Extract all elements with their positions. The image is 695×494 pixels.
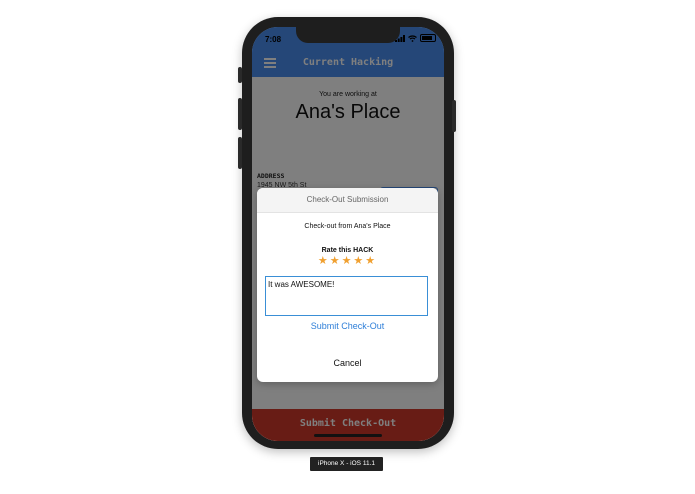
checkout-dialog: Check-Out Submission Check-out from Ana'… <box>257 188 438 382</box>
volume-down-button <box>238 137 242 169</box>
dialog-title: Check-Out Submission <box>257 188 438 213</box>
power-button <box>452 100 456 132</box>
notch <box>296 27 400 43</box>
mute-switch <box>238 67 242 83</box>
volume-up-button <box>238 98 242 130</box>
home-indicator <box>314 434 382 437</box>
status-time: 7:08 <box>265 35 282 44</box>
battery-icon <box>420 34 436 42</box>
dialog-subtitle: Check-out from Ana's Place <box>304 223 391 230</box>
submit-checkout-button[interactable]: Submit Check-Out <box>257 321 438 331</box>
status-icons <box>395 34 436 42</box>
wifi-icon <box>408 34 417 42</box>
device-label: iPhone X - iOS 11.1 <box>310 457 383 471</box>
comment-input[interactable]: It was AWESOME! <box>265 276 428 316</box>
rate-label: Rate this HACK <box>321 247 374 254</box>
cancel-button[interactable]: Cancel <box>257 358 438 368</box>
star-rating[interactable]: ★★★★★ <box>257 254 438 267</box>
